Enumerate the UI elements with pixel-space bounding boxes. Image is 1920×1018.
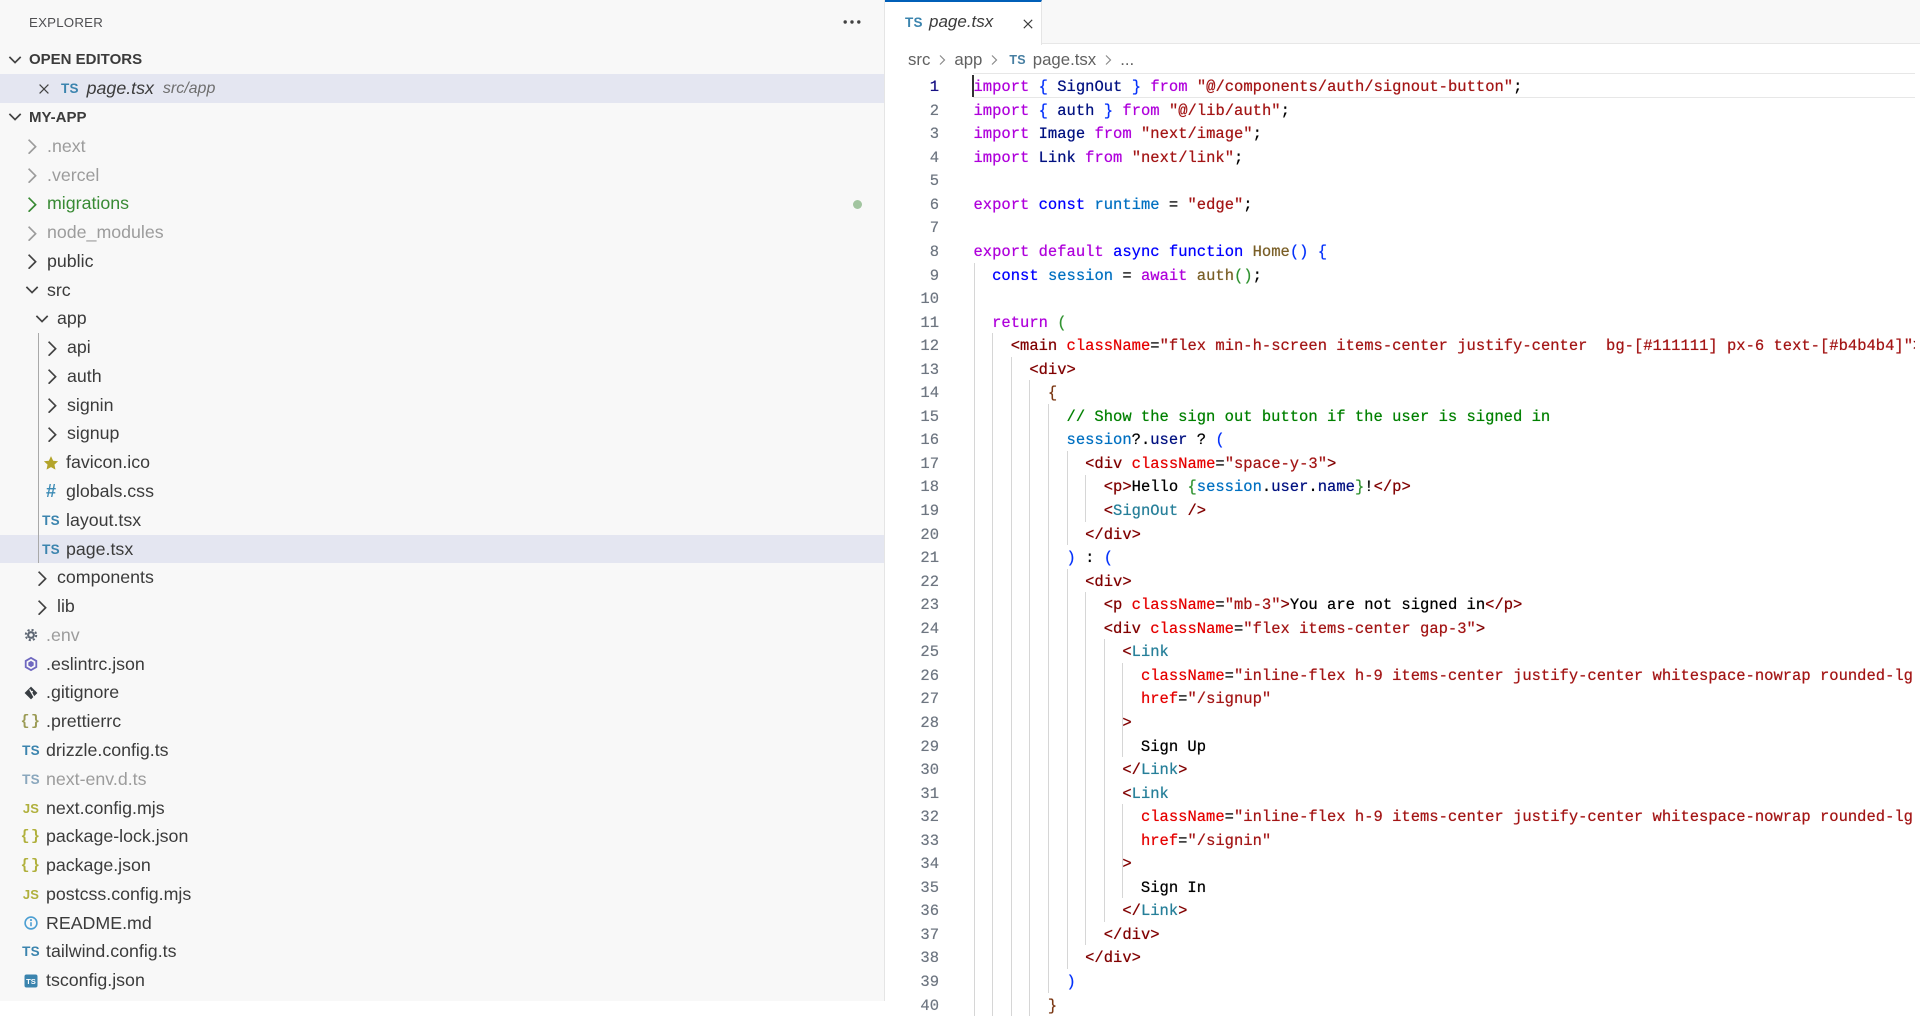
svg-text:TS: TS [26, 977, 36, 986]
